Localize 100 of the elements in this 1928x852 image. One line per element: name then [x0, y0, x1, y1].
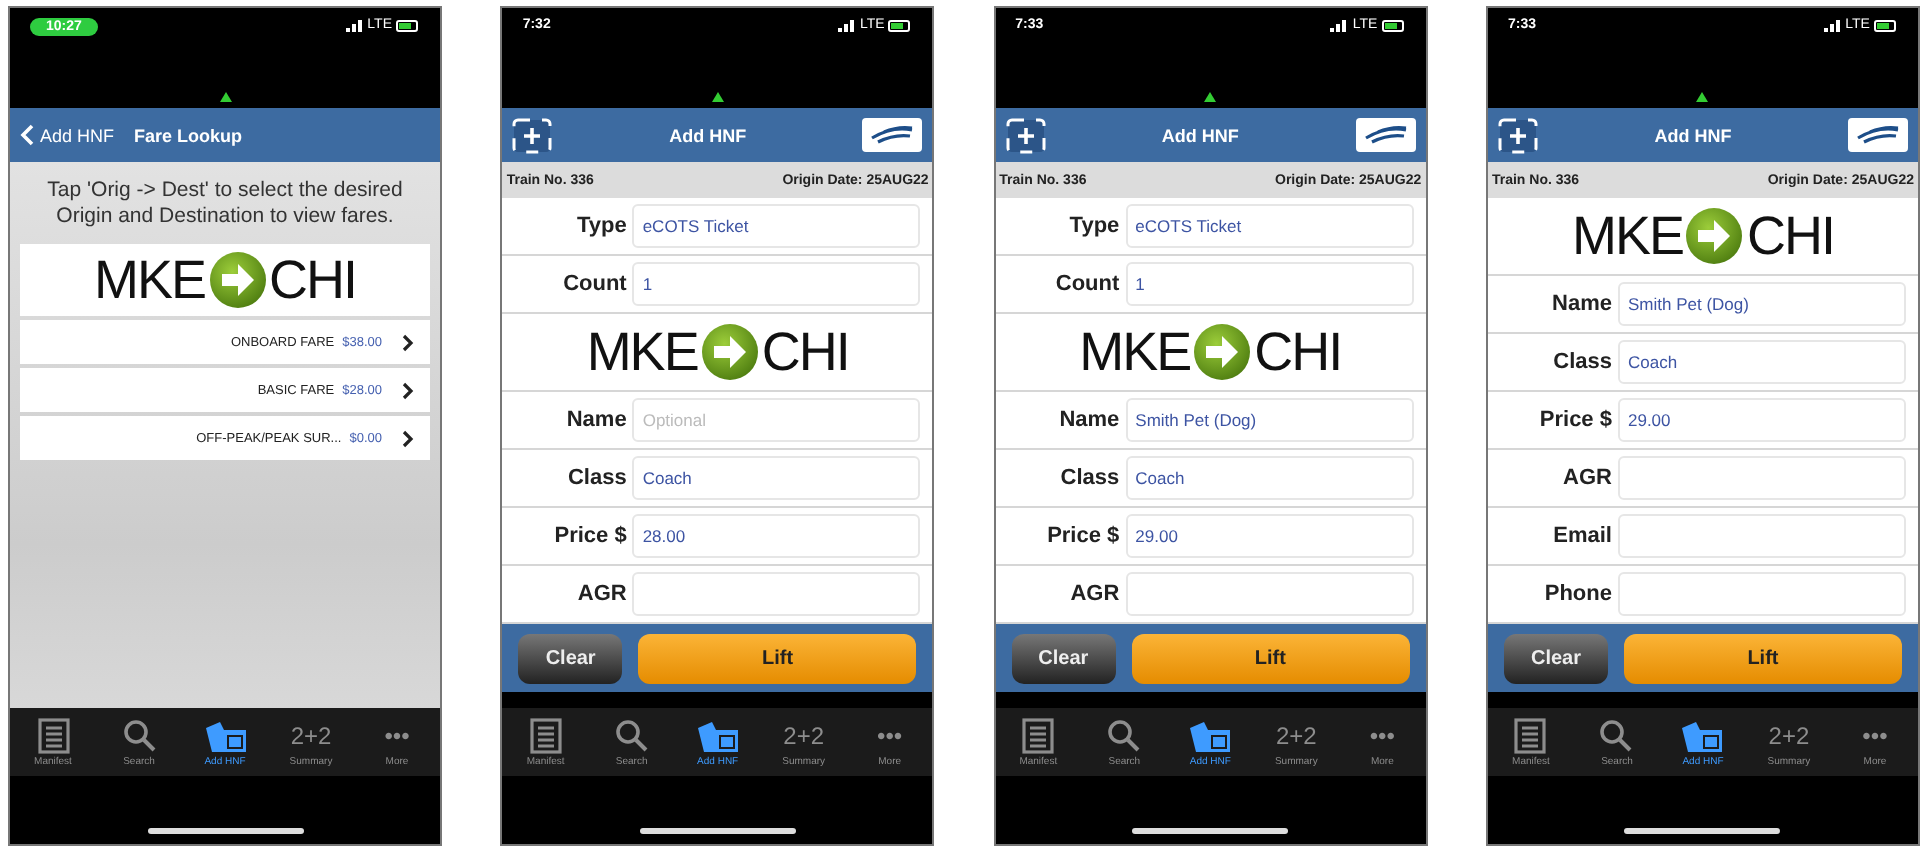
input-field[interactable]: Coach [1125, 456, 1414, 500]
chevron-icon [402, 381, 414, 400]
battery-icon [1381, 19, 1406, 31]
signal-icon [838, 19, 856, 31]
field-label: AGR [1068, 582, 1120, 606]
field-label: Price $ [552, 524, 627, 548]
back-button[interactable]: Add HNF [20, 124, 115, 146]
home-indicator[interactable] [147, 828, 303, 834]
destination-code: CHI [1746, 205, 1834, 267]
field-label: Type [1067, 214, 1120, 238]
input-field[interactable] [632, 572, 921, 616]
chevron-icon [402, 429, 414, 448]
input-field[interactable]: Smith Pet (Dog) [1125, 398, 1414, 442]
scan-icon[interactable] [512, 117, 553, 153]
lift-button[interactable]: Lift [638, 633, 917, 683]
lift-button[interactable]: Lift [1131, 633, 1410, 683]
caret-icon [711, 92, 724, 102]
nav-title: Add HNF [1654, 125, 1732, 145]
scan-icon[interactable] [1497, 117, 1538, 153]
list-icon [1020, 717, 1057, 753]
logo-icon [1355, 118, 1416, 152]
lift-button[interactable]: Lift [1623, 633, 1902, 683]
clear-button[interactable]: Clear [1503, 633, 1608, 683]
tab-glyph-icon: 2+2 [1275, 717, 1317, 753]
battery-icon [396, 19, 420, 31]
list-icon [527, 717, 564, 753]
field-label: Count [1053, 272, 1120, 296]
field-label: Name [1057, 408, 1120, 432]
origin-code: MKE [1079, 321, 1191, 383]
field-label: Type [574, 214, 627, 238]
search-icon [1106, 717, 1143, 753]
field-label: AGR [1561, 466, 1612, 490]
back-chevron-icon [20, 124, 34, 146]
nav-title: Add HNF [1161, 125, 1239, 145]
input-field[interactable] [1617, 514, 1906, 558]
tab-glyph-icon: ••• [1369, 717, 1395, 753]
input-field[interactable] [1617, 456, 1906, 500]
field-label: AGR [575, 582, 627, 606]
input-field[interactable]: 29.00 [1125, 514, 1414, 558]
tab-glyph-icon: ••• [384, 717, 410, 753]
caret-icon [1696, 92, 1709, 102]
field-label: Price $ [1537, 408, 1612, 432]
field-label: Count [561, 272, 627, 296]
field-label: Name [564, 408, 627, 432]
tab-glyph-icon: 2+2 [290, 717, 332, 753]
signal-icon [1330, 19, 1349, 31]
destination-code: CHI [1254, 321, 1342, 383]
chevron-icon [402, 333, 414, 352]
input-field[interactable]: Smith Pet (Dog) [1617, 282, 1906, 326]
destination-code: CHI [761, 321, 849, 383]
nav-title: Fare Lookup [134, 125, 243, 145]
input-field[interactable]: 28.00 [632, 514, 921, 558]
home-indicator[interactable] [1624, 828, 1781, 834]
field-label: Phone [1542, 582, 1612, 606]
field-label: Price $ [1045, 524, 1120, 548]
tickets-icon [203, 717, 247, 753]
input-field[interactable]: eCOTS Ticket [632, 204, 921, 248]
search-icon [1598, 717, 1635, 753]
scan-icon[interactable] [1005, 117, 1046, 153]
signal-icon [345, 19, 364, 31]
input-field[interactable]: Coach [632, 456, 921, 500]
search-icon [121, 717, 157, 753]
logo-icon [1847, 118, 1908, 152]
tickets-icon [1188, 717, 1233, 753]
clear-button[interactable]: Clear [1011, 633, 1116, 683]
input-field[interactable]: 1 [632, 262, 921, 306]
list-icon [1512, 717, 1549, 753]
field-label: Class [1058, 466, 1120, 490]
field-label: Name [1550, 292, 1612, 316]
clear-button[interactable]: Clear [518, 633, 623, 683]
field-label: Class [565, 466, 627, 490]
field-label: Class [1551, 350, 1612, 374]
nav-title: Add HNF [669, 125, 747, 145]
caret-icon [1204, 92, 1217, 102]
list-icon [35, 717, 71, 753]
caret-icon [219, 92, 231, 102]
tickets-icon [1680, 717, 1725, 753]
home-indicator[interactable] [639, 828, 796, 834]
origin-code: MKE [586, 321, 698, 383]
input-field[interactable]: 29.00 [1617, 398, 1906, 442]
tab-glyph-icon: ••• [1862, 717, 1888, 753]
origin-code: MKE [93, 249, 205, 312]
instructions-text: Tap 'Orig -> Dest' to select the desired Origin and Destination to view fares. [45, 176, 405, 232]
battery-icon [888, 19, 913, 31]
input-field[interactable]: eCOTS Ticket [1125, 204, 1414, 248]
origin-code: MKE [1571, 205, 1683, 267]
signal-icon [1823, 19, 1842, 31]
logo-icon [862, 118, 923, 152]
search-icon [613, 717, 650, 753]
home-indicator[interactable] [1132, 828, 1289, 834]
battery-icon [1873, 19, 1898, 31]
tab-glyph-icon: ••• [877, 717, 903, 753]
input-field[interactable]: Coach [1617, 340, 1906, 384]
tickets-icon [695, 717, 740, 753]
field-label: Email [1551, 524, 1612, 548]
input-field[interactable] [1617, 572, 1906, 616]
input-field[interactable]: 1 [1125, 262, 1414, 306]
tab-glyph-icon: 2+2 [783, 717, 824, 753]
input-field[interactable] [1125, 572, 1414, 616]
tab-glyph-icon: 2+2 [1768, 717, 1810, 753]
